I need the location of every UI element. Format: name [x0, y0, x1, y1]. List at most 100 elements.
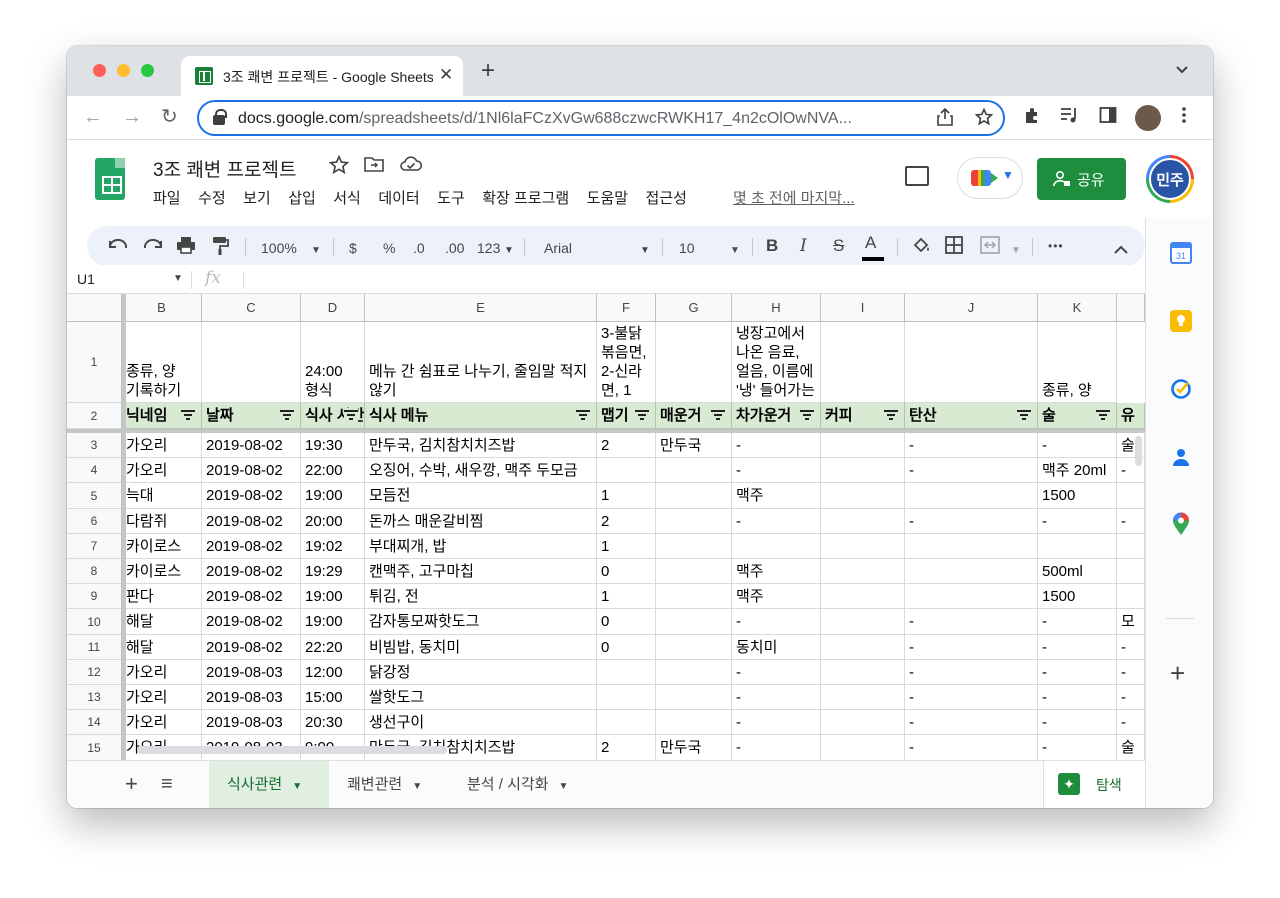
- cell-alcohol[interactable]: -: [1038, 635, 1117, 660]
- cell-soda[interactable]: [905, 483, 1038, 509]
- percent-format-button[interactable]: %: [383, 238, 395, 258]
- cell-coffee[interactable]: [821, 609, 905, 635]
- more-tools-button[interactable]: •••: [1048, 236, 1064, 256]
- vertical-scroll-thumb[interactable]: [1135, 436, 1142, 466]
- tab-close-icon[interactable]: ✕: [439, 65, 453, 85]
- cell-nickname[interactable]: 가오리: [122, 433, 202, 458]
- filter-icon[interactable]: [181, 408, 195, 422]
- filter-icon[interactable]: [344, 408, 358, 422]
- cell-date[interactable]: 2019-08-03: [202, 710, 301, 735]
- note-cell[interactable]: [905, 322, 1038, 403]
- cell-date[interactable]: 2019-08-02: [202, 509, 301, 534]
- cell-spicy-level[interactable]: [597, 660, 656, 685]
- header-cell-menu[interactable]: 식사 메뉴: [365, 403, 597, 429]
- cell-spicy-level[interactable]: 2: [597, 509, 656, 534]
- cell-spicy-food[interactable]: [656, 483, 732, 509]
- cell-spicy-level[interactable]: [597, 685, 656, 710]
- media-control-icon[interactable]: [1060, 106, 1080, 129]
- cell-date[interactable]: 2019-08-02: [202, 433, 301, 458]
- header-cell-nickname[interactable]: 닉네임: [122, 403, 202, 429]
- cell-time[interactable]: 19:00: [301, 483, 365, 509]
- keep-icon[interactable]: [1170, 310, 1192, 332]
- cell-menu[interactable]: 만두국, 김치참치치즈밥: [365, 433, 597, 458]
- cell-date[interactable]: 2019-08-02: [202, 534, 301, 559]
- chevron-down-icon[interactable]: ▼: [311, 241, 321, 261]
- cell-menu[interactable]: 닭강정: [365, 660, 597, 685]
- cell-spicy-level[interactable]: 0: [597, 609, 656, 635]
- row-header[interactable]: 14: [67, 710, 122, 735]
- column-header[interactable]: H: [732, 294, 821, 322]
- cell-date[interactable]: 2019-08-02: [202, 584, 301, 609]
- cell-spicy-food[interactable]: 만두국: [656, 735, 732, 760]
- cell-nickname[interactable]: 가오리: [122, 685, 202, 710]
- filter-icon[interactable]: [1017, 408, 1031, 422]
- cell-coffee[interactable]: [821, 735, 905, 760]
- cell-cold-food[interactable]: [732, 534, 821, 559]
- cell-coffee[interactable]: [821, 685, 905, 710]
- bold-button[interactable]: B: [766, 236, 778, 256]
- menu-insert[interactable]: 삽입: [288, 187, 316, 208]
- column-header[interactable]: E: [365, 294, 597, 322]
- cell-time[interactable]: 19:29: [301, 559, 365, 584]
- cell-nickname[interactable]: 판다: [122, 584, 202, 609]
- cell-nickname[interactable]: 다람쥐: [122, 509, 202, 534]
- cell-spicy-food[interactable]: 만두국: [656, 433, 732, 458]
- cell-spicy-food[interactable]: [656, 660, 732, 685]
- cell-alcohol[interactable]: -: [1038, 710, 1117, 735]
- bookmark-star-icon[interactable]: [974, 107, 994, 131]
- note-cell[interactable]: 종류, 양: [1038, 322, 1117, 403]
- cell-spicy-level[interactable]: 1: [597, 534, 656, 559]
- cell-cold-food[interactable]: -: [732, 509, 821, 534]
- cell-spicy-food[interactable]: [656, 710, 732, 735]
- cell-nickname[interactable]: 가오리: [122, 660, 202, 685]
- comment-history-icon[interactable]: [905, 166, 929, 186]
- filter-icon[interactable]: [800, 408, 814, 422]
- header-cell-next[interactable]: 유: [1117, 403, 1145, 429]
- sheet-tab-meals[interactable]: 식사관련 ▼: [209, 761, 329, 808]
- cell-spicy-level[interactable]: [597, 710, 656, 735]
- cell-soda[interactable]: -: [905, 635, 1038, 660]
- cell-coffee[interactable]: [821, 559, 905, 584]
- row-header[interactable]: 8: [67, 559, 122, 584]
- cell-time[interactable]: 19:30: [301, 433, 365, 458]
- cell-date[interactable]: 2019-08-03: [202, 660, 301, 685]
- explore-button[interactable]: ✦ 탐색: [1043, 761, 1145, 808]
- forward-button[interactable]: →: [122, 105, 142, 129]
- cell-soda[interactable]: -: [905, 433, 1038, 458]
- share-page-icon[interactable]: [937, 107, 953, 131]
- cell-alcohol[interactable]: -: [1038, 433, 1117, 458]
- cell-date[interactable]: 2019-08-03: [202, 685, 301, 710]
- cell-time[interactable]: 20:30: [301, 710, 365, 735]
- cell-spicy-level[interactable]: 1: [597, 584, 656, 609]
- cell-spicy-food[interactable]: [656, 458, 732, 483]
- menu-file[interactable]: 파일: [153, 187, 181, 208]
- column-header[interactable]: D: [301, 294, 365, 322]
- cell-spicy-level[interactable]: 2: [597, 433, 656, 458]
- cell-nickname[interactable]: 가오리: [122, 458, 202, 483]
- column-header[interactable]: [1117, 294, 1145, 322]
- cell-alcohol[interactable]: 1500: [1038, 584, 1117, 609]
- more-menu-icon[interactable]: [1182, 106, 1186, 129]
- header-cell-soda[interactable]: 탄산: [905, 403, 1038, 429]
- add-sheet-button[interactable]: +: [125, 773, 138, 795]
- paint-format-icon[interactable]: [211, 236, 229, 261]
- cell-soda[interactable]: [905, 584, 1038, 609]
- cell-cold-food[interactable]: -: [732, 710, 821, 735]
- minimize-window-button[interactable]: [117, 64, 130, 77]
- cell-spicy-food[interactable]: [656, 685, 732, 710]
- merge-cells-icon[interactable]: [980, 236, 1000, 259]
- row-header[interactable]: 6: [67, 509, 122, 534]
- decrease-decimal-button[interactable]: .0: [413, 238, 425, 258]
- font-size-select[interactable]: 10: [679, 238, 695, 258]
- cell-nickname[interactable]: 해달: [122, 609, 202, 635]
- filter-icon[interactable]: [576, 408, 590, 422]
- cell-soda[interactable]: [905, 559, 1038, 584]
- lock-icon[interactable]: [213, 109, 227, 125]
- column-header[interactable]: F: [597, 294, 656, 322]
- close-window-button[interactable]: [93, 64, 106, 77]
- header-cell-spicy-level[interactable]: 맵기: [597, 403, 656, 429]
- menu-extensions[interactable]: 확장 프로그램: [482, 187, 569, 208]
- cell-time[interactable]: 20:00: [301, 509, 365, 534]
- row-header[interactable]: 13: [67, 685, 122, 710]
- fill-color-icon[interactable]: [912, 236, 932, 261]
